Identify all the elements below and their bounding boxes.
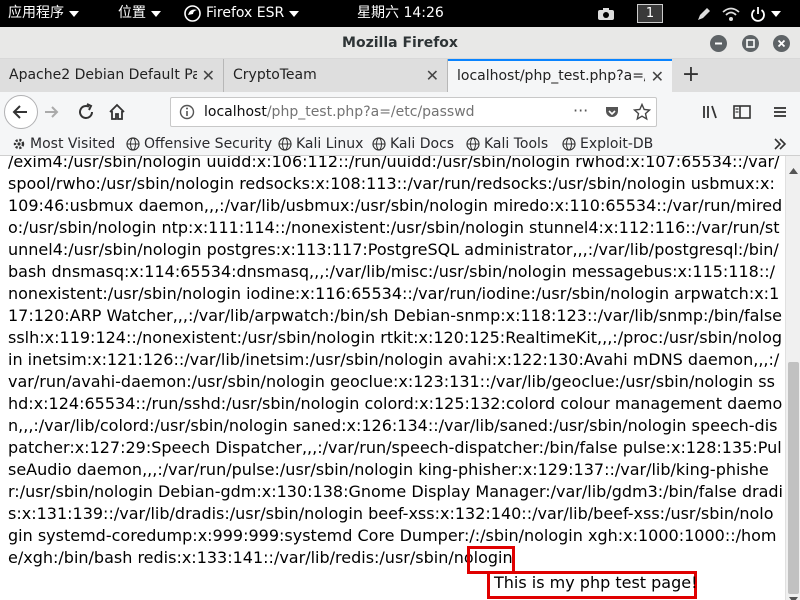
bookmark-label: Kali Tools [484,136,549,152]
globe-icon [126,137,140,151]
close-window-button[interactable] [773,35,790,52]
bookmarks-overflow-button[interactable] [772,136,788,156]
applications-label: 应用程序 [8,5,64,21]
tab-label: CryptoTeam [233,67,317,83]
reload-icon [79,103,93,119]
window-title-bar[interactable]: Mozilla Firefox [0,27,800,59]
nav-toolbar: localhost/php_test.php?a=/etc/passwd ··· [0,92,800,132]
firefox-icon [184,5,201,22]
workspace-indicator[interactable]: 1 [637,4,663,23]
places-label: 位置 [118,5,146,21]
url-host: localhost [204,104,267,120]
tab-apache[interactable]: Apache2 Debian Default Page ✕ [0,59,224,92]
double-chevron-right-icon [774,138,787,150]
back-arrow-icon [12,105,27,119]
bookmark-label: Kali Docs [390,136,455,152]
chevron-down-icon [151,10,161,17]
gnome-top-bar: 应用程序 位置 Firefox ESR 星期六 14:26 1 [0,0,800,27]
globe-icon [562,137,576,151]
scroll-down-arrow-icon[interactable] [789,588,798,600]
maximize-icon [746,39,755,48]
bookmark-kali-tools[interactable]: Kali Tools [466,132,548,156]
scroll-up-arrow-icon[interactable] [789,159,798,178]
app-name: Firefox ESR [206,5,285,21]
chevron-down-icon [69,10,79,17]
chevron-down-icon [771,10,781,17]
bookmark-kali-linux[interactable]: Kali Linux [278,132,363,156]
forward-button[interactable] [42,102,62,126]
applications-menu[interactable]: 应用程序 [8,0,79,27]
pocket-icon[interactable] [604,104,620,120]
library-button[interactable] [701,102,721,126]
page-scrollbar[interactable] [785,156,800,600]
url-bar[interactable]: localhost/php_test.php?a=/etc/passwd ··· [170,97,657,127]
highlight-xgh-box [467,546,515,574]
camera-icon[interactable] [597,0,615,27]
app-menu[interactable]: Firefox ESR [184,0,300,27]
tab-label: localhost/php_test.php?a=/etc/passwd [457,68,645,84]
back-button[interactable] [4,95,38,129]
sidebar-icon [733,105,751,119]
bookmark-label: Exploit-DB [580,136,654,152]
pen-icon[interactable] [696,0,712,27]
gear-icon [13,138,25,150]
library-icon [703,105,717,119]
clock-text: 星期六 14:26 [357,5,444,21]
info-icon[interactable] [179,104,195,120]
page-content: /exim4:/usr/sbin/nologin uuidd:x:106:112… [0,156,785,600]
places-menu[interactable]: 位置 [118,0,161,27]
url-path: /php_test.php?a=/etc/passwd [266,104,475,120]
hamburger-menu-button[interactable] [770,102,790,126]
bookmark-exploit-db[interactable]: Exploit-DB [562,132,653,156]
window-title: Mozilla Firefox [342,35,458,51]
minimize-icon [715,42,722,45]
forward-arrow-icon [45,106,59,118]
tab-label: Apache2 Debian Default Page [9,67,197,83]
page-actions-button[interactable]: ··· [573,98,588,124]
bookmark-label: Most Visited [30,136,116,152]
new-tab-button[interactable]: + [680,59,702,92]
close-tab-icon[interactable]: ✕ [426,59,439,92]
bookmarks-toolbar: Most Visited Offensive Security Kali Lin… [0,132,800,156]
sidebar-button[interactable] [732,102,752,126]
bookmark-kali-docs[interactable]: Kali Docs [372,132,454,156]
minimize-button[interactable] [710,35,727,52]
bookmark-star-icon[interactable] [633,103,651,121]
home-button[interactable] [107,102,127,126]
reload-button[interactable] [76,102,96,126]
bookmark-label: Kali Linux [296,136,364,152]
url-text[interactable]: localhost/php_test.php?a=/etc/passwd [204,98,475,126]
clock[interactable]: 星期六 14:26 [357,0,444,27]
bookmark-label: Offensive Security [144,136,273,152]
tab-cryptoteam[interactable]: CryptoTeam ✕ [224,59,448,92]
tab-php-test[interactable]: localhost/php_test.php?a=/etc/passwd ✕ [448,59,672,92]
tab-strip: Apache2 Debian Default Page ✕ CryptoTeam… [0,59,800,92]
close-tab-icon[interactable]: ✕ [651,61,664,92]
maximize-button[interactable] [742,35,759,52]
system-menu[interactable] [750,0,781,27]
globe-icon [372,137,386,151]
home-icon [109,103,125,120]
passwd-file-output: /exim4:/usr/sbin/nologin uuidd:x:106:112… [8,156,783,567]
close-icon [777,39,786,48]
wifi-icon[interactable] [722,0,740,27]
power-icon [751,6,765,22]
chevron-down-icon [289,10,300,17]
scrollbar-thumb[interactable] [788,362,799,594]
close-tab-icon[interactable]: ✕ [202,59,215,92]
globe-icon [278,137,292,151]
globe-icon [466,137,480,151]
echo-text: This is my php test page! [494,573,698,592]
hamburger-icon [774,107,786,117]
bookmark-offensive-security[interactable]: Offensive Security [126,132,272,156]
bookmark-most-visited[interactable]: Most Visited [12,132,115,156]
